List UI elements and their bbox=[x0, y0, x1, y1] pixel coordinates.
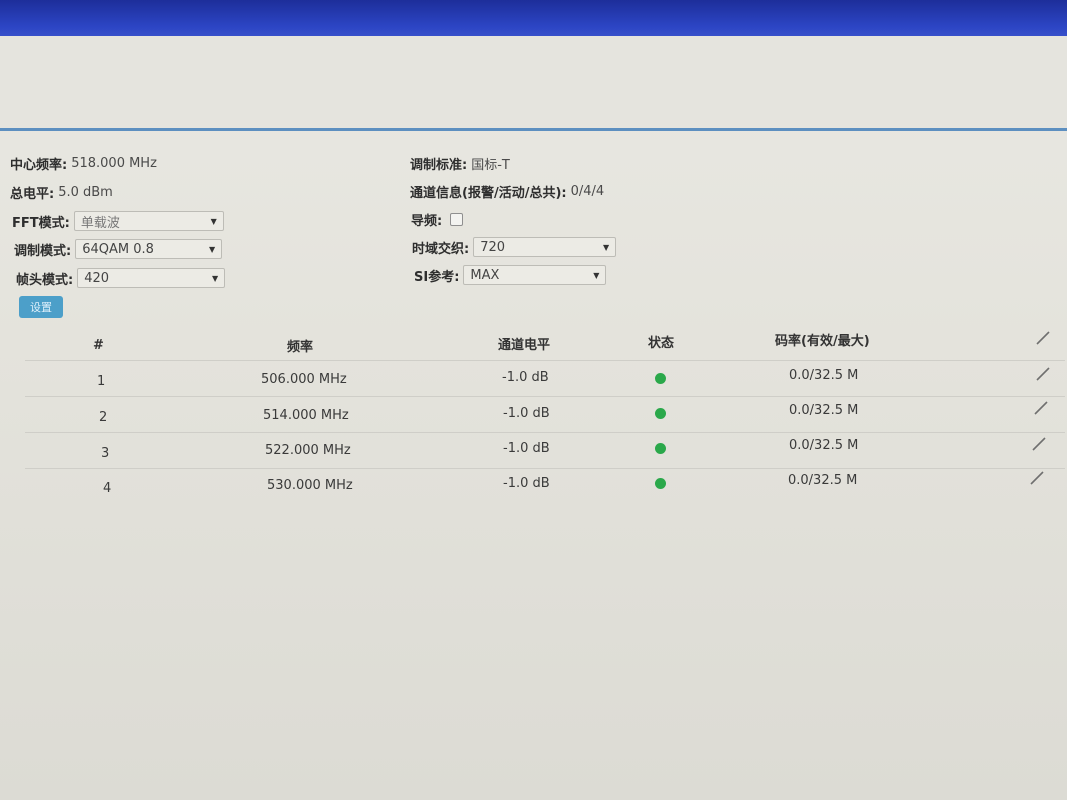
row-bitrate: 0.0/32.5 M bbox=[788, 473, 858, 488]
pilot-checkbox[interactable] bbox=[450, 213, 464, 226]
pencil-icon[interactable] bbox=[1033, 400, 1049, 416]
modulation-mode-label: 调制模式: bbox=[14, 243, 72, 259]
modulation-standard-value: 国标-T bbox=[471, 158, 510, 173]
row-level: -1.0 dB bbox=[503, 441, 550, 456]
pencil-icon[interactable] bbox=[1035, 330, 1051, 346]
fft-mode-field: FFT模式: 单载波 ▼ bbox=[12, 211, 224, 231]
status-dot-icon bbox=[655, 478, 666, 489]
frame-header-mode-select[interactable]: 420 ▼ bbox=[77, 268, 226, 288]
chevron-down-icon: ▼ bbox=[209, 244, 216, 254]
set-button[interactable]: 设置 bbox=[19, 296, 63, 318]
center-frequency-label: 中心频率: bbox=[10, 158, 68, 173]
chevron-down-icon: ▼ bbox=[212, 273, 219, 283]
fft-mode-select[interactable]: 单载波 ▼ bbox=[73, 211, 224, 231]
frame-header-mode-label: 帧头模式: bbox=[16, 272, 74, 288]
header-divider bbox=[0, 128, 1067, 131]
row-bitrate: 0.0/32.5 M bbox=[789, 368, 859, 383]
row-bitrate: 0.0/32.5 M bbox=[789, 403, 859, 418]
column-header-index: # bbox=[93, 338, 104, 353]
si-reference-label: SI参考: bbox=[414, 269, 460, 285]
channel-info-label: 通道信息(报警/活动/总共): bbox=[410, 186, 567, 201]
chevron-down-icon: ▼ bbox=[210, 216, 217, 226]
si-reference-value: MAX bbox=[470, 267, 500, 283]
status-dot-icon bbox=[655, 408, 666, 419]
row-index: 2 bbox=[99, 410, 108, 425]
fft-mode-value: 单载波 bbox=[80, 215, 120, 231]
row-level: -1.0 dB bbox=[502, 370, 549, 385]
modulation-standard-field: 调制标准: 国标-T bbox=[410, 154, 510, 173]
total-level-value: 5.0 dBm bbox=[58, 185, 113, 200]
time-interleave-value: 720 bbox=[480, 239, 506, 255]
si-reference-field: SI参考: MAX ▼ bbox=[414, 265, 607, 285]
modulation-mode-field: 调制模式: 64QAM 0.8 ▼ bbox=[14, 239, 223, 259]
row-frequency: 506.000 MHz bbox=[261, 372, 347, 387]
status-dot-icon bbox=[655, 373, 666, 384]
app-window: 中心频率: 518.000 MHz 总电平: 5.0 dBm FFT模式: 单载… bbox=[0, 36, 1067, 800]
modulation-mode-value: 64QAM 0.8 bbox=[82, 241, 154, 257]
row-divider bbox=[25, 468, 1065, 469]
column-header-frequency: 频率 bbox=[287, 340, 314, 355]
pencil-icon[interactable] bbox=[1029, 470, 1045, 486]
row-index: 1 bbox=[97, 374, 106, 389]
column-header-level: 通道电平 bbox=[498, 338, 551, 353]
pencil-icon[interactable] bbox=[1035, 366, 1051, 382]
center-frequency-value: 518.000 MHz bbox=[71, 156, 157, 171]
row-level: -1.0 dB bbox=[503, 476, 550, 491]
total-level-field: 总电平: 5.0 dBm bbox=[10, 183, 113, 202]
header-row-divider bbox=[25, 360, 1065, 361]
channel-info-field: 通道信息(报警/活动/总共): 0/4/4 bbox=[410, 182, 604, 201]
frame-header-mode-field: 帧头模式: 420 ▼ bbox=[16, 268, 226, 288]
row-divider bbox=[25, 396, 1065, 397]
column-header-status: 状态 bbox=[648, 336, 675, 351]
chevron-down-icon: ▼ bbox=[603, 242, 610, 252]
row-frequency: 522.000 MHz bbox=[265, 443, 351, 458]
time-interleave-label: 时域交织: bbox=[412, 241, 470, 257]
row-level: -1.0 dB bbox=[503, 406, 550, 421]
row-divider bbox=[25, 432, 1065, 433]
fft-mode-label: FFT模式: bbox=[12, 215, 70, 231]
time-interleave-select[interactable]: 720 ▼ bbox=[473, 237, 617, 257]
column-header-bitrate: 码率(有效/最大) bbox=[775, 334, 870, 349]
modulation-standard-label: 调制标准: bbox=[410, 158, 468, 173]
pencil-icon[interactable] bbox=[1031, 436, 1047, 452]
frame-header-mode-value: 420 bbox=[84, 270, 110, 286]
channel-info-value: 0/4/4 bbox=[570, 184, 605, 199]
page-header bbox=[0, 36, 1067, 131]
total-level-label: 总电平: bbox=[10, 187, 55, 202]
time-interleave-field: 时域交织: 720 ▼ bbox=[412, 237, 617, 257]
status-dot-icon bbox=[655, 443, 666, 454]
si-reference-select[interactable]: MAX ▼ bbox=[463, 265, 607, 285]
row-bitrate: 0.0/32.5 M bbox=[789, 438, 859, 453]
pilot-label: 导频: bbox=[411, 214, 443, 229]
row-index: 4 bbox=[103, 481, 112, 496]
row-index: 3 bbox=[101, 446, 110, 461]
row-frequency: 530.000 MHz bbox=[267, 478, 353, 493]
row-frequency: 514.000 MHz bbox=[263, 408, 349, 423]
modulation-mode-select[interactable]: 64QAM 0.8 ▼ bbox=[75, 239, 223, 259]
center-frequency-field: 中心频率: 518.000 MHz bbox=[10, 154, 157, 173]
chevron-down-icon: ▼ bbox=[593, 270, 600, 280]
pilot-field: 导频: bbox=[411, 210, 464, 229]
